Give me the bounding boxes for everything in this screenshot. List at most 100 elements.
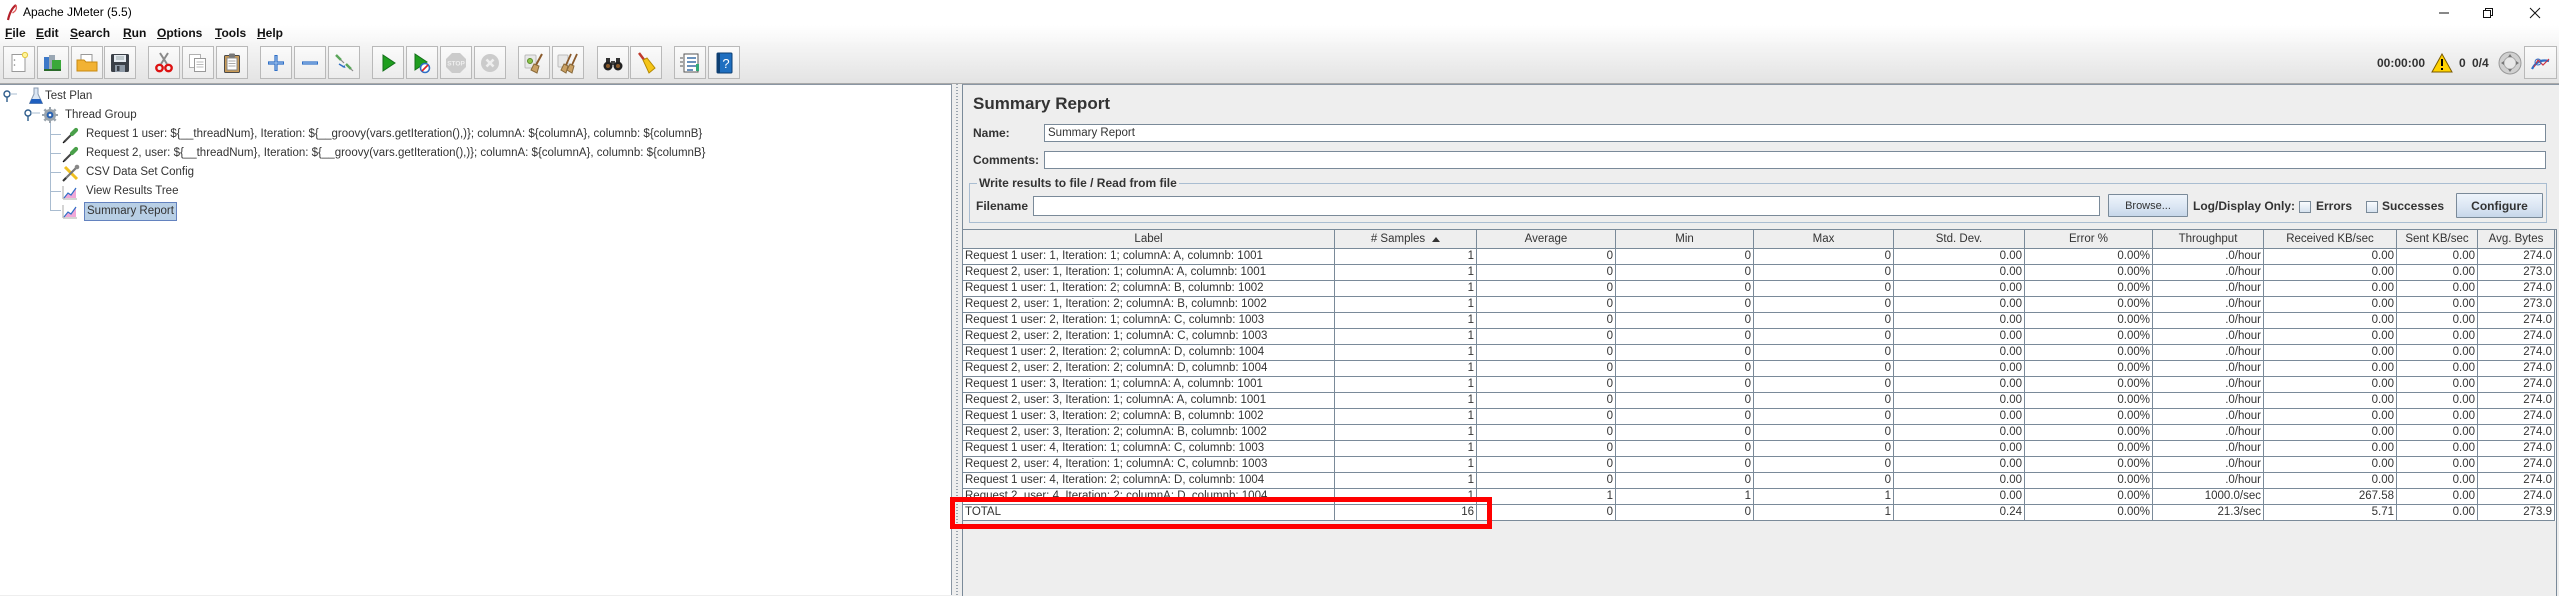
cell-received-kb-sec: 0.00 (2264, 441, 2397, 457)
cell-average: 0 (1477, 505, 1616, 521)
cell-min: 0 (1616, 457, 1754, 473)
table-row[interactable]: Request 2, user: 4, Iteration: 2; column… (963, 489, 2556, 505)
column-header-max[interactable]: Max (1754, 230, 1894, 249)
tree-item-thread-group[interactable]: Thread Group (65, 106, 137, 125)
table-total-row[interactable]: TOTAL 16 0 0 1 0.24 0.00% 21.3/sec 5.71 0.00 273.9 (963, 505, 2556, 521)
test-plan-tree[interactable]: Test Plan Thread Group Request 1 user: $… (0, 84, 952, 595)
cell-throughput: .0/hour (2153, 377, 2264, 393)
column-header-error-pct[interactable]: Error % (2025, 230, 2153, 249)
column-header-std-dev[interactable]: Std. Dev. (1894, 230, 2025, 249)
open-button[interactable] (71, 46, 103, 79)
column-header-average[interactable]: Average (1477, 230, 1616, 249)
function-helper-button[interactable] (674, 46, 706, 79)
paste-button[interactable] (216, 46, 248, 79)
cell-received-kb-sec: 5.71 (2264, 505, 2397, 521)
menu-search[interactable]: Search (70, 26, 110, 41)
column-header-sent-kb-sec[interactable]: Sent KB/sec (2397, 230, 2478, 249)
cut-button[interactable] (148, 46, 180, 79)
menu-options[interactable]: Options (157, 26, 202, 41)
table-row[interactable]: Request 2, user: 3, Iteration: 1; column… (963, 393, 2556, 409)
collapse-all-button[interactable] (294, 46, 326, 79)
tree-connector-line (50, 153, 61, 154)
successes-checkbox[interactable] (2366, 201, 2378, 213)
search-button[interactable] (597, 46, 629, 79)
new-button[interactable] (3, 46, 35, 79)
copy-button[interactable] (182, 46, 214, 79)
tree-item-view-results-tree[interactable]: View Results Tree (86, 182, 178, 201)
cell-label: Request 2, user: 2, Iteration: 1; column… (963, 329, 1335, 345)
cell-error-pct: 0.00% (2025, 409, 2153, 425)
minimize-button[interactable] (2422, 0, 2466, 25)
cell-throughput: .0/hour (2153, 281, 2264, 297)
browse-button[interactable]: Browse... (2108, 194, 2188, 217)
table-row[interactable]: Request 2, user: 3, Iteration: 2; column… (963, 425, 2556, 441)
table-row[interactable]: Request 2, user: 1, Iteration: 1; column… (963, 265, 2556, 281)
tree-item-request-2[interactable]: Request 2, user: ${__threadNum}, Iterati… (86, 144, 705, 163)
column-header-min[interactable]: Min (1616, 230, 1754, 249)
save-button[interactable] (104, 46, 136, 79)
menu-edit[interactable]: Edit (36, 26, 59, 41)
shutdown-button[interactable] (474, 46, 506, 79)
clear-all-button[interactable] (552, 46, 584, 79)
warning-icon[interactable] (2431, 52, 2453, 76)
table-row[interactable]: Request 2, user: 2, Iteration: 1; column… (963, 329, 2556, 345)
errors-label[interactable]: Errors (2316, 197, 2352, 215)
tree-item-summary-report[interactable]: Summary Report (84, 202, 177, 221)
close-button[interactable] (2513, 0, 2557, 25)
cell-received-kb-sec: 0.00 (2264, 249, 2397, 265)
comments-field[interactable] (1044, 151, 2546, 169)
table-row[interactable]: Request 1 user: 1, Iteration: 2; columnA… (963, 281, 2556, 297)
menu-help[interactable]: Help (257, 26, 283, 41)
templates-button[interactable] (37, 46, 69, 79)
cell-samples: 1 (1335, 409, 1477, 425)
cell-std-dev: 0.00 (1894, 281, 2025, 297)
column-header-received-kb-sec[interactable]: Received KB/sec (2264, 230, 2397, 249)
log-viewer-button[interactable] (2524, 46, 2557, 79)
filename-field[interactable] (1033, 196, 2100, 216)
tree-expander-icon[interactable] (24, 109, 40, 124)
tree-item-request-1[interactable]: Request 1 user: ${__threadNum}, Iteratio… (86, 125, 702, 144)
reset-search-button[interactable] (630, 46, 662, 79)
column-header-avg-bytes[interactable]: Avg. Bytes (2478, 230, 2555, 249)
tree-expander-icon[interactable] (3, 90, 17, 105)
table-row[interactable]: Request 2, user: 2, Iteration: 2; column… (963, 361, 2556, 377)
table-row[interactable]: Request 1 user: 4, Iteration: 1; columnA… (963, 441, 2556, 457)
expand-all-button[interactable] (260, 46, 292, 79)
table-row[interactable]: Request 1 user: 4, Iteration: 2; columnA… (963, 473, 2556, 489)
configure-button[interactable]: Configure (2456, 193, 2543, 218)
cell-error-pct: 0.00% (2025, 457, 2153, 473)
table-row[interactable]: Request 1 user: 2, Iteration: 2; columnA… (963, 345, 2556, 361)
table-row[interactable]: Request 1 user: 2, Iteration: 1; columnA… (963, 313, 2556, 329)
menu-tools[interactable]: Tools (215, 26, 246, 41)
function-helper-icon (680, 53, 699, 72)
start-button[interactable] (372, 46, 404, 79)
table-row[interactable]: Request 1 user: 3, Iteration: 2; columnA… (963, 409, 2556, 425)
table-row[interactable]: Request 1 user: 1, Iteration: 1; columnA… (963, 249, 2556, 265)
table-row[interactable]: Request 1 user: 3, Iteration: 1; columnA… (963, 377, 2556, 393)
table-row[interactable]: Request 2, user: 1, Iteration: 2; column… (963, 297, 2556, 313)
cell-std-dev: 0.00 (1894, 345, 2025, 361)
stop-button[interactable]: STOP (440, 46, 472, 79)
split-pane-divider[interactable] (952, 84, 962, 595)
name-field[interactable] (1044, 124, 2546, 142)
clear-button[interactable] (518, 46, 550, 79)
results-table[interactable]: Label # Samples Average Min Max Std. Dev. Erro… (962, 229, 2557, 596)
successes-label[interactable]: Successes (2382, 197, 2444, 215)
menu-file[interactable]: File (5, 26, 26, 41)
cell-min: 0 (1616, 441, 1754, 457)
cell-error-pct: 0.00% (2025, 393, 2153, 409)
restore-button[interactable] (2466, 0, 2510, 25)
column-header-throughput[interactable]: Throughput (2153, 230, 2264, 249)
cell-average: 1 (1477, 489, 1616, 505)
toggle-button[interactable] (328, 46, 360, 79)
tree-item-test-plan[interactable]: Test Plan (45, 87, 92, 106)
column-header-samples[interactable]: # Samples (1335, 230, 1477, 249)
start-no-pauses-button[interactable] (406, 46, 438, 79)
tree-item-csv-data-set-config[interactable]: CSV Data Set Config (86, 163, 194, 182)
column-header-label[interactable]: Label (963, 230, 1335, 249)
help-button[interactable]: ? (708, 46, 740, 79)
cell-avg-bytes: 273.0 (2478, 265, 2555, 281)
errors-checkbox[interactable] (2299, 201, 2311, 213)
table-row[interactable]: Request 2, user: 4, Iteration: 1; column… (963, 457, 2556, 473)
menu-run[interactable]: Run (123, 26, 146, 41)
